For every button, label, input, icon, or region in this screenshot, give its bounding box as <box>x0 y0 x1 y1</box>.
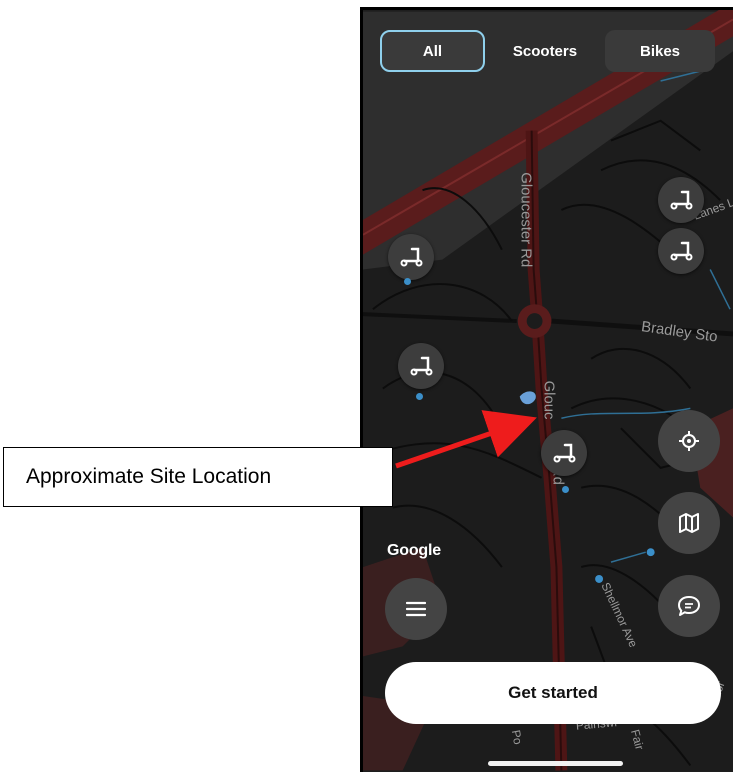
scooter-pin[interactable] <box>658 228 704 274</box>
map-icon <box>679 513 699 533</box>
callout-label: Approximate Site Location <box>26 465 272 488</box>
locate-me-button[interactable] <box>658 410 720 472</box>
map-canvas[interactable]: Gloucester Rd Glouc Rd Bradley Sto Lanes… <box>363 10 733 772</box>
map-attribution: Google <box>387 542 441 559</box>
map-view-button[interactable] <box>658 492 720 554</box>
crosshair-icon <box>679 431 699 451</box>
phone-screen: Gloucester Rd Glouc Rd Bradley Sto Lanes… <box>360 7 733 772</box>
vehicle-filter-bar: All Scooters Bikes <box>380 30 715 72</box>
home-indicator[interactable] <box>488 761 623 766</box>
chat-button[interactable] <box>658 575 720 637</box>
scooter-icon <box>670 190 693 210</box>
site-location-callout: Approximate Site Location <box>3 447 393 507</box>
scooter-pin[interactable] <box>398 343 444 389</box>
scooter-icon <box>400 247 423 267</box>
filter-bikes-chip[interactable]: Bikes <box>605 30 715 72</box>
scooter-pin[interactable] <box>541 430 587 476</box>
hamburger-menu-icon <box>406 601 426 617</box>
filter-scooters-chip[interactable]: Scooters <box>495 30 595 72</box>
scooter-pin[interactable] <box>388 234 434 280</box>
street-label-gloucester-rd: Gloucester Rd <box>518 172 534 267</box>
scooter-icon <box>410 356 433 376</box>
get-started-button[interactable]: Get started <box>385 662 721 724</box>
scooter-pin[interactable] <box>658 177 704 223</box>
scooter-icon <box>670 241 693 261</box>
menu-button[interactable] <box>385 578 447 640</box>
street-label-glouc: Glouc <box>541 381 557 420</box>
chat-bubble-icon <box>678 596 700 616</box>
scooter-icon <box>553 443 576 463</box>
street-label-po: Po <box>509 729 525 746</box>
filter-all-chip[interactable]: All <box>380 30 485 72</box>
